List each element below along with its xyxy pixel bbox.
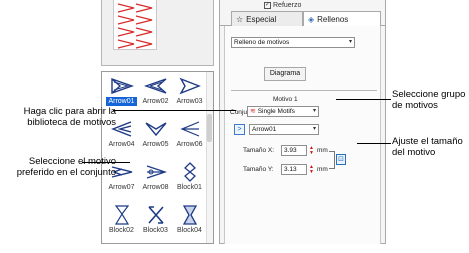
tab-refuerzo[interactable]: ✓ Refuerzo (264, 0, 301, 11)
fill-bucket-icon: ◈ (308, 15, 315, 24)
block04-icon (182, 204, 197, 225)
motif-scroll-thumb[interactable] (207, 114, 212, 142)
arrow08-icon (146, 164, 167, 179)
callout-library: Haga clic para abrir la biblioteca de mo… (23, 106, 116, 128)
open-library-button[interactable]: > (234, 124, 245, 135)
chevron-right-icon: > (237, 126, 242, 133)
star-icon: ☆ (236, 14, 244, 24)
callout-line-size (357, 143, 391, 144)
motif-item-block02[interactable]: Block02 (106, 203, 137, 245)
motif-preview-pattern (117, 3, 153, 49)
block01-icon (183, 161, 196, 182)
diagram-button[interactable]: Diagrama (264, 67, 306, 81)
size-y-label: Tamaño Y: (243, 166, 274, 173)
size-x-spinner[interactable]: ▲ ▼ (308, 145, 315, 156)
arrow01-icon (110, 77, 134, 94)
size-x-unit: mm (317, 147, 328, 154)
motif-scrollbar[interactable] (206, 72, 213, 243)
arrow03-icon (178, 77, 201, 94)
proportional-bracket (329, 151, 335, 169)
motif-select[interactable]: Arrow01 ▾ (249, 124, 319, 135)
arrow05-icon (144, 121, 167, 136)
fill-type-select[interactable]: Relleno de motivos ▾ (231, 37, 355, 48)
chevron-down-icon: ▾ (348, 39, 352, 45)
arrow02-icon (143, 77, 166, 94)
motif-item-arrow08[interactable]: Arrow08 (140, 160, 171, 202)
size-x-label: Tamaño X: (243, 147, 275, 154)
callout-line-group (336, 99, 391, 100)
divider (231, 90, 377, 91)
lock-icon[interactable]: ⊡ (336, 154, 346, 165)
block02-icon (114, 204, 129, 225)
size-y-unit: mm (317, 166, 328, 173)
block03-icon (147, 205, 164, 224)
motif-item-block01[interactable]: Block01 (174, 160, 205, 202)
motif-set-select[interactable]: ≋ Single Motifs ▾ (247, 106, 319, 117)
checkbox-icon: ✓ (264, 2, 271, 9)
tab-rellenos[interactable]: ◈ Rellenos (303, 11, 381, 27)
callout-group: Seleccione grupo de motivos (392, 89, 466, 111)
fill-settings-area (224, 26, 381, 244)
size-x-field[interactable]: 3.93 (281, 145, 307, 156)
callout-size: Ajuste el tamaño del motivo (392, 136, 463, 158)
tab-bar: ☆ Especial ◈ Rellenos (219, 11, 386, 27)
motif-set-icon: ≋ (250, 108, 256, 115)
chevron-down-icon: ▾ (312, 108, 316, 114)
arrow06-icon (179, 120, 199, 137)
size-y-field[interactable]: 3.13 (281, 164, 307, 175)
motif-item-block04[interactable]: Block04 (174, 203, 205, 245)
motif-preview (113, 0, 157, 50)
motif-item-arrow06[interactable]: Arrow06 (174, 117, 205, 159)
size-y-spinner[interactable]: ▲ ▼ (308, 164, 315, 175)
callout-line-library (113, 110, 236, 111)
motif-item-block03[interactable]: Block03 (140, 203, 171, 245)
callout-preferred: Seleccione el motivo preferido en el con… (16, 156, 116, 178)
callout-line-preferred (82, 162, 130, 163)
motif-library-panel: Arrow01 Arrow02 Arrow03 Arrow04 Arrow05 … (101, 71, 214, 244)
section-title: Motivo 1 (273, 96, 298, 103)
motif-item-arrow05[interactable]: Arrow05 (140, 117, 171, 159)
tab-especial[interactable]: ☆ Especial (231, 11, 303, 26)
chevron-down-icon: ▾ (312, 126, 316, 132)
